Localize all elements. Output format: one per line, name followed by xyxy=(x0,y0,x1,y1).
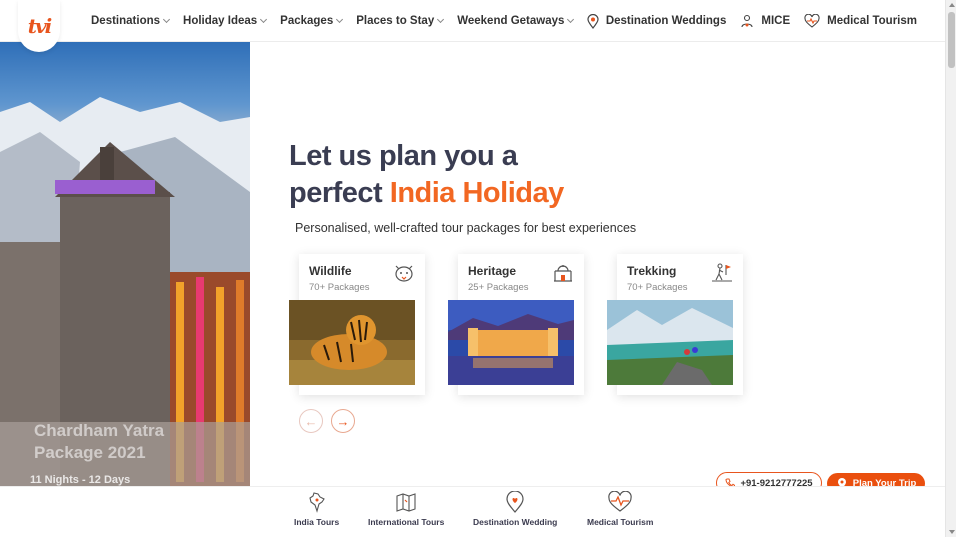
nav-packages[interactable]: Packages xyxy=(280,15,344,27)
nav-mice[interactable]: MICE xyxy=(740,14,790,29)
site-header: tvi Destinations Holiday Ideas Packages … xyxy=(0,0,945,52)
nav-label: Holiday Ideas xyxy=(183,15,258,27)
conference-icon xyxy=(741,14,753,27)
nav-weekend-getaways[interactable]: Weekend Getaways xyxy=(457,15,575,27)
card-heritage[interactable]: Heritage 25+ Packages xyxy=(448,254,584,395)
wildlife-tiger-image xyxy=(289,300,415,385)
bottom-destination-wedding[interactable]: Destination Wedding xyxy=(473,491,557,527)
headline-line1: Let us plan you a xyxy=(289,140,518,172)
carousel-prev-button[interactable]: ← xyxy=(299,409,323,433)
hero-subline: Personalised, well-crafted tour packages… xyxy=(295,221,637,235)
bottom-label: India Tours xyxy=(294,517,340,527)
nav-label: Destination Weddings xyxy=(605,15,727,27)
bottom-label: Medical Tourism xyxy=(587,517,654,527)
logo-text: tvi xyxy=(27,14,53,38)
main-nav: Destinations Holiday Ideas Packages Plac… xyxy=(91,0,587,42)
card-title: Wildlife xyxy=(309,264,352,278)
nav-label: Packages xyxy=(280,15,334,27)
headline-line2-prefix: perfect xyxy=(289,177,390,209)
bottom-label: Destination Wedding xyxy=(473,517,558,527)
secondary-nav: Destination Weddings MICE Medical Touris… xyxy=(573,0,917,42)
hero-caption: Chardham Yatra Package 2021 xyxy=(34,420,164,464)
palace-icon xyxy=(554,265,572,282)
heartbeat-icon xyxy=(804,14,820,28)
nav-destinations[interactable]: Destinations xyxy=(91,15,171,27)
nav-label: Medical Tourism xyxy=(827,15,917,27)
card-trekking[interactable]: Trekking 70+ Packages xyxy=(607,254,743,395)
bottom-international-tours[interactable]: International Tours xyxy=(368,491,444,527)
nav-destination-weddings[interactable]: Destination Weddings xyxy=(587,13,727,29)
chevron-down-icon xyxy=(260,15,268,24)
heartbeat-icon xyxy=(608,491,632,512)
carousel-next-button[interactable]: → xyxy=(331,409,355,433)
nav-label: Places to Stay xyxy=(356,15,435,27)
headline-accent: India Holiday xyxy=(389,177,564,209)
hero-caption-line1: Chardham Yatra xyxy=(34,421,165,440)
scroll-down-icon[interactable] xyxy=(949,530,955,534)
page-scrollbar[interactable] xyxy=(945,0,956,537)
arrow-left-icon: ← xyxy=(304,413,318,429)
india-map-icon xyxy=(308,492,325,513)
chevron-down-icon xyxy=(162,15,171,24)
nav-holiday-ideas[interactable]: Holiday Ideas xyxy=(183,15,268,27)
nav-label: MICE xyxy=(761,15,791,27)
location-heart-icon xyxy=(506,491,524,513)
location-heart-icon xyxy=(587,13,599,29)
hero-caption-line2: Package 2021 xyxy=(34,443,146,462)
bottom-india-tours[interactable]: India Tours xyxy=(294,491,339,527)
bottom-medical-tourism[interactable]: Medical Tourism xyxy=(587,491,653,527)
heritage-jal-mahal-image xyxy=(448,300,574,385)
card-count: 70+ Packages xyxy=(309,282,370,293)
card-title: Trekking xyxy=(627,264,677,278)
tiger-icon xyxy=(395,265,413,282)
card-wildlife[interactable]: Wildlife 70+ Packages xyxy=(289,254,425,395)
trekking-mountain-image xyxy=(607,300,733,385)
scroll-up-icon[interactable] xyxy=(949,3,955,7)
card-title: Heritage xyxy=(468,264,517,278)
bottom-category-bar: India Tours International Tours Destinat… xyxy=(0,486,945,537)
nav-label: Weekend Getaways xyxy=(457,15,565,27)
nav-places-to-stay[interactable]: Places to Stay xyxy=(356,15,445,27)
site-logo[interactable]: tvi xyxy=(18,0,60,52)
nav-medical-tourism[interactable]: Medical Tourism xyxy=(804,14,917,28)
hero-duration: 11 Nights - 12 Days xyxy=(30,474,131,486)
arrow-right-icon: → xyxy=(336,413,350,429)
scroll-thumb[interactable] xyxy=(948,12,955,68)
card-count: 25+ Packages xyxy=(468,282,529,293)
hero-headline: Let us plan you a perfect India Holiday xyxy=(289,138,564,212)
chevron-down-icon xyxy=(437,15,445,24)
chevron-down-icon xyxy=(336,15,344,24)
nav-label: Destinations xyxy=(91,15,161,27)
bottom-label: International Tours xyxy=(368,517,445,527)
trekker-icon xyxy=(712,263,732,282)
hero-image-kedarnath[interactable]: Chardham Yatra Package 2021 11 Nights - … xyxy=(0,42,250,486)
folded-map-icon xyxy=(396,493,416,512)
card-count: 70+ Packages xyxy=(627,282,688,293)
